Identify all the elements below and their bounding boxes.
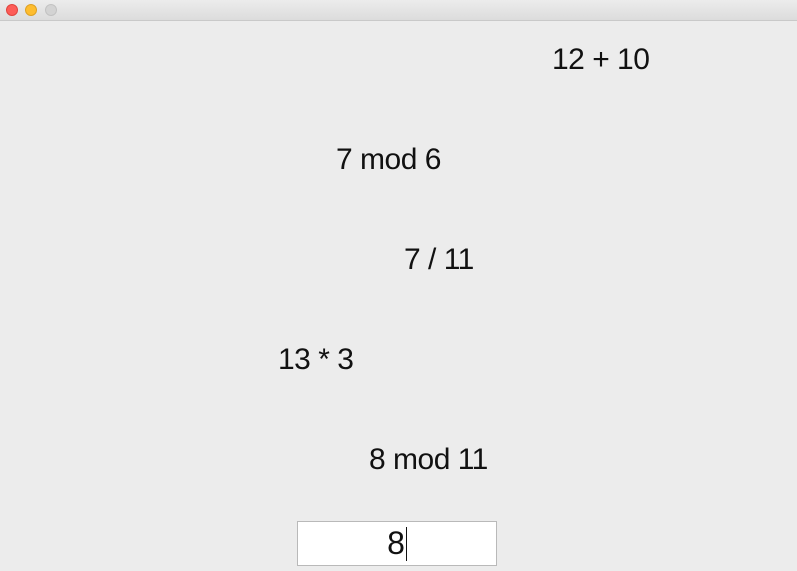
game-area: 12 + 10 7 mod 6 7 / 11 13 * 3 8 mod 11 8: [0, 21, 797, 571]
answer-value: 8: [387, 525, 405, 561]
zoom-button[interactable]: [45, 4, 57, 16]
close-button[interactable]: [6, 4, 18, 16]
minimize-button[interactable]: [25, 4, 37, 16]
falling-problem: 8 mod 11: [369, 443, 488, 476]
title-bar[interactable]: [0, 0, 797, 21]
falling-problem: 7 / 11: [404, 243, 474, 276]
answer-input[interactable]: 8: [297, 521, 497, 566]
falling-problem: 7 mod 6: [336, 143, 441, 176]
falling-problem: 13 * 3: [278, 343, 354, 376]
text-caret: [405, 526, 407, 561]
app-window: 12 + 10 7 mod 6 7 / 11 13 * 3 8 mod 11 8: [0, 0, 797, 571]
falling-problem: 12 + 10: [552, 43, 650, 76]
